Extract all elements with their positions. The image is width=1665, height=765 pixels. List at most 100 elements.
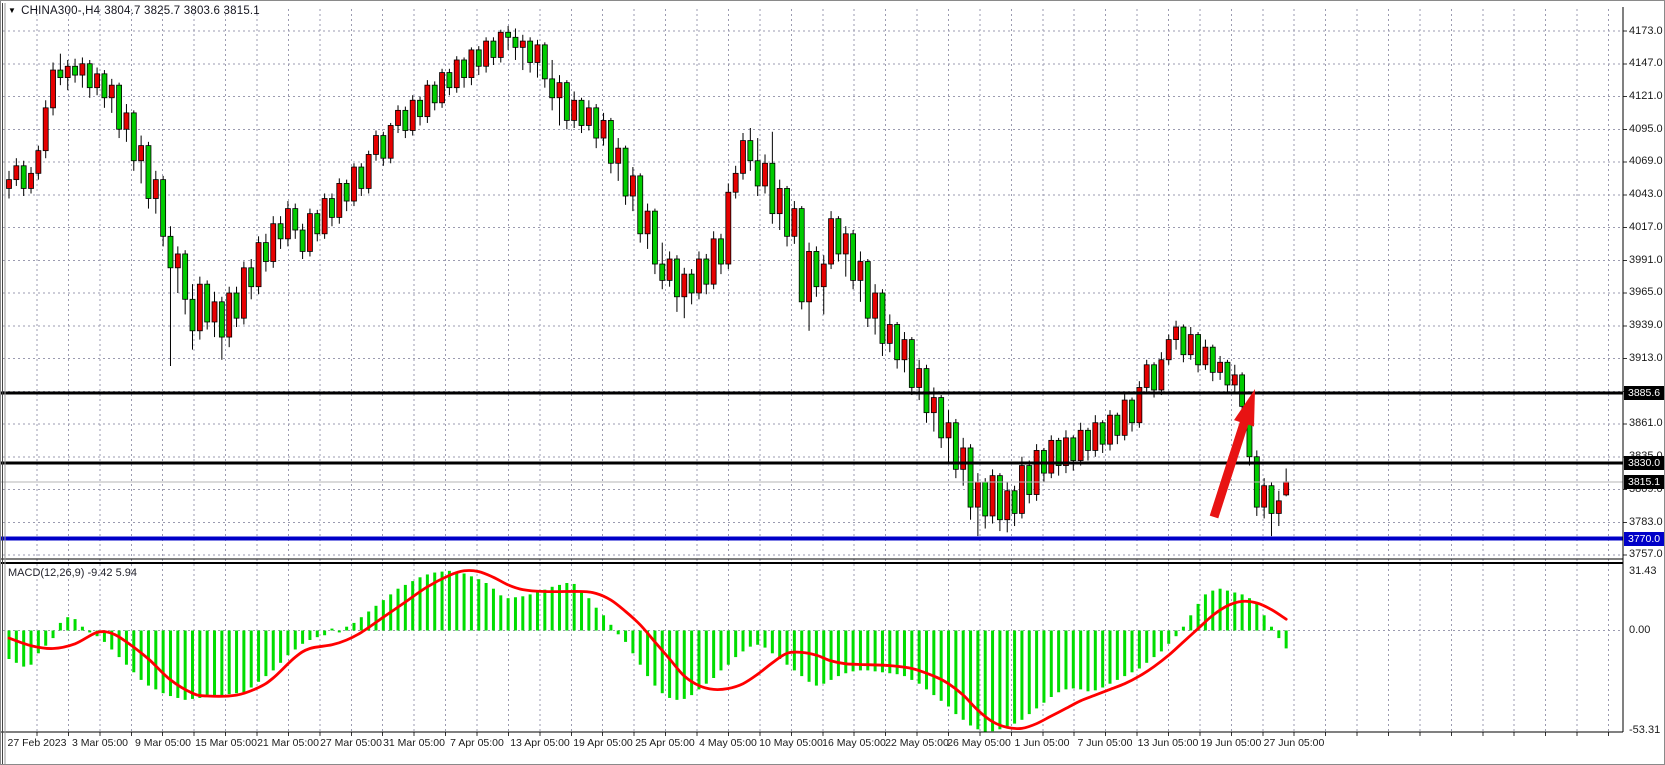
macd-axis-label: 0.00 — [1629, 625, 1665, 636]
macd-histogram-bar — [1086, 631, 1089, 692]
macd-histogram-bar — [1277, 631, 1280, 639]
macd-histogram-bar — [1153, 631, 1156, 658]
macd-histogram-bar — [1160, 631, 1163, 652]
candle-body — [645, 211, 650, 234]
macd-histogram-bar — [1241, 594, 1244, 630]
candle-body — [212, 302, 217, 322]
macd-histogram-bar — [756, 631, 759, 645]
candle-body — [205, 284, 210, 322]
macd-histogram-bar — [360, 617, 363, 630]
macd-histogram-bar — [543, 590, 546, 631]
macd-histogram-bar — [316, 631, 319, 638]
candle-body — [843, 234, 848, 254]
macd-histogram-bar — [940, 631, 943, 701]
macd-histogram-bar — [1233, 593, 1236, 631]
candle-body — [1225, 362, 1230, 385]
panel-splitter[interactable] — [1, 557, 1623, 566]
candle-body — [1284, 482, 1289, 495]
candle-body — [704, 259, 709, 284]
price-axis-label: 4095.0 — [1629, 124, 1665, 135]
candle-body — [1093, 423, 1098, 451]
time-axis-label: 10 May 05:00 — [759, 737, 823, 749]
macd-histogram-bar — [1064, 631, 1067, 690]
macd-histogram-bar — [477, 579, 480, 630]
price-level-badge: 3770.0 — [1624, 532, 1664, 546]
candle-body — [520, 41, 525, 47]
time-axis-label: 13 Apr 05:00 — [510, 737, 570, 749]
macd-histogram-bar — [507, 598, 510, 630]
candle-body — [418, 100, 423, 116]
price-level-badge: 3830.0 — [1624, 456, 1664, 470]
macd-histogram-bar — [617, 631, 620, 635]
macd-histogram-bar — [793, 631, 796, 671]
candle-body — [1034, 450, 1039, 494]
candle-body — [785, 188, 790, 236]
macd-histogram-bar — [991, 631, 994, 732]
candle-body — [256, 243, 261, 287]
macd-histogram-bar — [1263, 615, 1266, 630]
macd-histogram-bar — [485, 583, 488, 631]
macd-histogram-bar — [602, 615, 605, 630]
macd-histogram-bar — [1072, 631, 1075, 689]
candle-body — [1203, 347, 1208, 365]
trend-arrow-shaft — [1214, 418, 1246, 517]
candle-body — [770, 163, 775, 213]
candle-body — [241, 268, 246, 318]
time-axis-label: 19 Jun 05:00 — [1201, 737, 1262, 749]
macd-histogram-bar — [521, 596, 524, 630]
macd-histogram-bar — [404, 585, 407, 631]
candle-body — [557, 83, 562, 98]
candle-body — [726, 192, 731, 264]
chart-plot-area[interactable] — [1, 1, 1665, 765]
macd-histogram-bar — [962, 631, 965, 720]
candle-body — [263, 243, 268, 262]
macd-histogram-bar — [59, 623, 62, 631]
time-axis-label: 4 May 05:00 — [699, 737, 757, 749]
candle-body — [227, 293, 232, 337]
macd-histogram-bar — [52, 631, 55, 639]
macd-histogram-bar — [705, 631, 708, 684]
macd-histogram-bar — [727, 631, 730, 665]
macd-histogram-bar — [661, 631, 664, 694]
candle-body — [601, 120, 606, 138]
candle-body — [1144, 365, 1149, 388]
candle-body — [29, 173, 34, 188]
macd-histogram-bar — [191, 631, 194, 699]
macd-histogram-bar — [536, 593, 539, 631]
macd-histogram-bar — [448, 571, 451, 631]
candle-body — [285, 209, 290, 239]
candle-body — [924, 369, 929, 413]
candle-body — [696, 259, 701, 293]
candle-body — [975, 482, 980, 507]
candle-body — [513, 37, 518, 47]
candle-body — [131, 113, 136, 161]
macd-histogram-bar — [1079, 631, 1082, 690]
candle-body — [36, 151, 41, 174]
macd-histogram-bar — [294, 631, 297, 650]
candle-body — [73, 66, 78, 75]
price-level-badge: 3815.1 — [1624, 475, 1664, 489]
candle-body — [432, 85, 437, 103]
macd-histogram-bar — [609, 625, 612, 631]
macd-histogram-bar — [719, 631, 722, 671]
macd-histogram-bar — [257, 631, 260, 682]
macd-histogram-bar — [815, 631, 818, 686]
candle-body — [917, 369, 922, 388]
candle-body — [366, 154, 371, 188]
macd-histogram-bar — [1285, 631, 1288, 649]
candle-body — [807, 251, 812, 301]
price-level-badge: 3885.6 — [1624, 386, 1664, 400]
candle-body — [946, 423, 951, 438]
candle-body — [931, 398, 936, 413]
candle-body — [851, 234, 856, 281]
macd-histogram-bar — [397, 589, 400, 631]
candle-body — [190, 299, 195, 330]
candle-body — [572, 100, 577, 120]
candle-body — [462, 60, 467, 78]
macd-histogram-bar — [830, 631, 833, 680]
symbol-dropdown-icon[interactable]: ▼ — [8, 6, 16, 15]
macd-histogram-bar — [1145, 631, 1148, 663]
candle-body — [1276, 501, 1281, 514]
candle-body — [469, 50, 474, 78]
candle-body — [440, 73, 445, 103]
